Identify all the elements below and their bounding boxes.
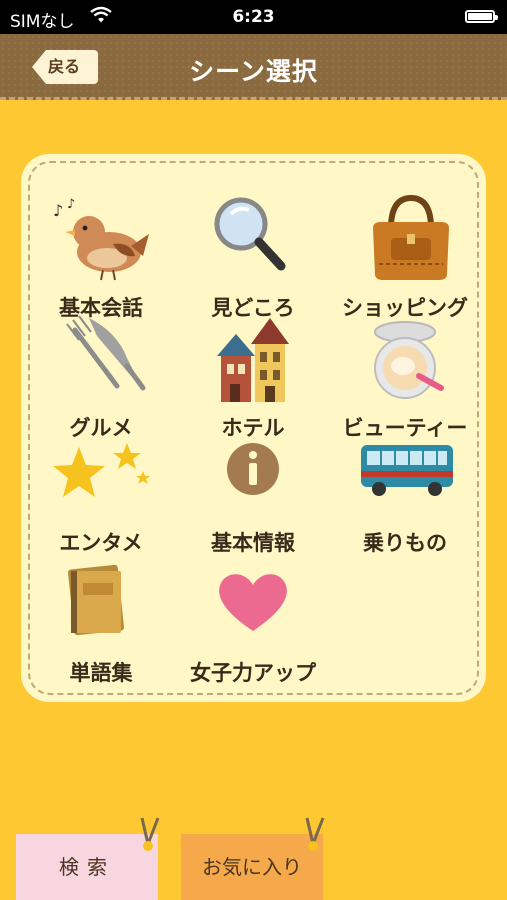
status-bar: SIMなし 6:23 <box>0 0 507 34</box>
scene-girl-power-up[interactable]: 女子力アップ <box>183 559 323 685</box>
scene-vocabulary[interactable]: 単語集 <box>31 559 171 685</box>
scene-label: 女子力アップ <box>190 661 316 685</box>
scene-label: エンタメ <box>59 531 143 555</box>
heart-icon <box>183 559 323 649</box>
clock: 6:23 <box>232 7 275 27</box>
search-tab[interactable]: 検索 <box>16 834 158 900</box>
battery-icon <box>465 10 498 23</box>
scene-entertainment[interactable]: エンタメ <box>31 429 171 555</box>
magnifier-icon <box>183 194 323 284</box>
favorites-tab[interactable]: お気に入り <box>181 834 323 900</box>
scene-beauty[interactable]: ビューティー <box>335 314 475 440</box>
scene-shopping[interactable]: ショッピング <box>335 194 475 320</box>
scene-hotel[interactable]: ホテル <box>183 314 323 440</box>
stars-icon <box>31 429 171 519</box>
fork-knife-icon <box>31 314 171 404</box>
scene-transport[interactable]: 乗りもの <box>335 429 475 555</box>
clip-icon <box>303 814 327 854</box>
bird-icon: ♪ ♪ <box>31 194 171 284</box>
navigation-bar: 戻る シーン選択 <box>0 34 507 100</box>
info-icon <box>183 429 323 519</box>
handbag-icon <box>335 194 475 284</box>
scene-basic-conversation[interactable]: ♪ ♪ 基本会話 <box>31 194 171 320</box>
bus-icon <box>335 429 475 519</box>
scene-gourmet[interactable]: グルメ <box>31 314 171 440</box>
svg-text:♪: ♪ <box>67 197 75 212</box>
scene-sightseeing[interactable]: 見どころ <box>183 194 323 320</box>
scene-panel: ♪ ♪ 基本会話 見どころ ショッピング グルメ ホテル ビューティー エンタメ… <box>21 154 486 702</box>
compact-powder-icon <box>335 314 475 404</box>
scene-basic-info[interactable]: 基本情報 <box>183 429 323 555</box>
scene-label: 基本情報 <box>211 531 295 555</box>
hotel-buildings-icon <box>183 314 323 404</box>
svg-text:♪: ♪ <box>53 201 63 220</box>
page-title: シーン選択 <box>189 57 318 86</box>
scene-label: 単語集 <box>69 661 133 685</box>
scene-label: 乗りもの <box>363 531 447 555</box>
clip-icon <box>138 814 162 854</box>
book-icon <box>31 559 171 649</box>
